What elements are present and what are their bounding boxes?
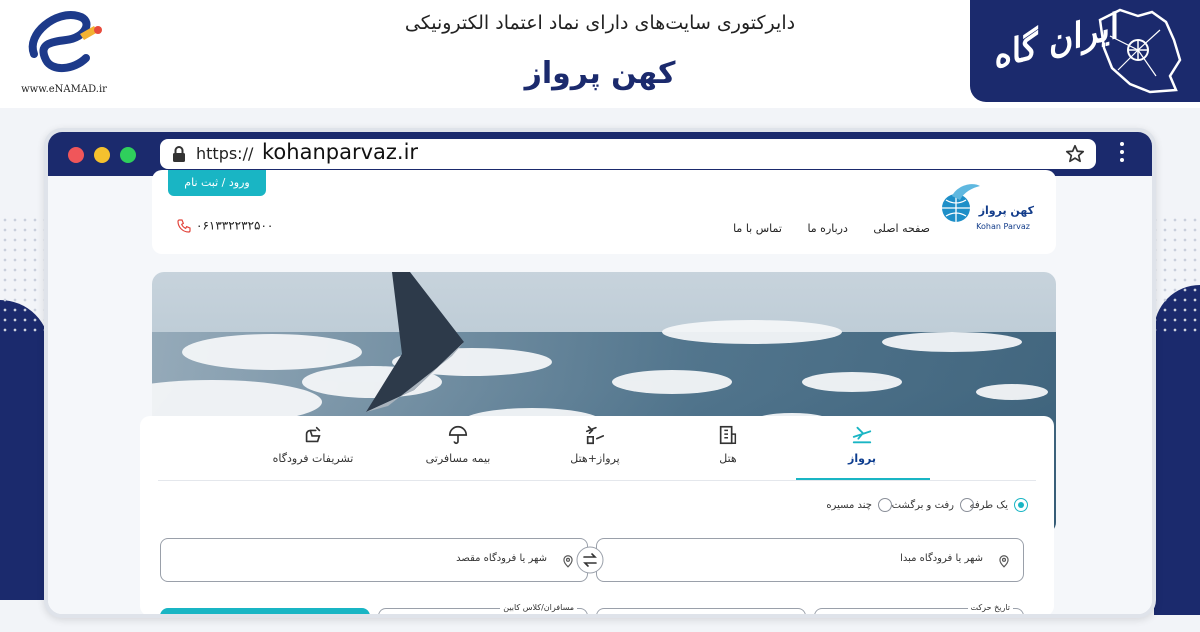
login-register-button[interactable]: ورود / ثبت نام <box>168 170 266 196</box>
umbrella-icon <box>448 426 468 445</box>
search-button[interactable] <box>160 608 370 614</box>
radio-dot <box>960 498 974 512</box>
minimize-window-button[interactable] <box>94 147 110 163</box>
browser-menu-icon[interactable] <box>1120 142 1126 166</box>
lock-icon <box>173 146 185 162</box>
phone-text: ۰۶۱۳۳۲۲۳۲۵۰۰ <box>196 218 274 233</box>
return-date-field[interactable] <box>596 608 806 614</box>
radio-dot <box>1014 498 1028 512</box>
address-bar[interactable]: https:// kohanparvaz.ir <box>160 139 1096 169</box>
tab-flight-hotel[interactable]: پرواز+هتل <box>550 424 640 465</box>
site-header: ورود / ثبت نام ۰۶۱۳۳۲۲۳۲۵۰۰ صفحه اصلی در… <box>152 170 1056 254</box>
page-title: کهن پرواز <box>524 56 676 91</box>
tab-hotel[interactable]: هتل <box>688 424 768 465</box>
decorative-dots-right <box>1150 215 1200 335</box>
radio-label: چند مسیره <box>826 500 872 511</box>
nav-item-about[interactable]: درباره ما <box>807 222 847 235</box>
directory-title: دایرکتوری سایت‌های دارای نماد اعتماد الک… <box>404 12 796 34</box>
flight-icon <box>852 426 872 444</box>
radio-dot <box>878 498 892 512</box>
decorative-shape-left <box>0 300 50 600</box>
tab-flight[interactable]: پرواز <box>822 424 902 465</box>
phone-number[interactable]: ۰۶۱۳۳۲۲۳۲۵۰۰ <box>176 218 273 234</box>
flight-hotel-icon <box>585 425 605 445</box>
divider <box>158 480 1036 481</box>
browser-window: https:// kohanparvaz.ir ورود / ثبت نام ۰… <box>44 128 1156 618</box>
radio-round-trip[interactable]: رفت و برگشت <box>892 498 974 512</box>
location-pin-icon <box>563 555 573 568</box>
tab-airport-services[interactable]: تشریفات فرودگاه <box>258 424 368 465</box>
passengers-label: مسافران/کلاس کابین <box>500 603 577 612</box>
tab-insurance-label: بیمه مسافرتی <box>425 452 491 465</box>
location-pin-icon <box>999 555 1009 568</box>
website-page: ورود / ثبت نام ۰۶۱۳۳۲۲۳۲۵۰۰ صفحه اصلی در… <box>48 170 1152 614</box>
destination-placeholder: شهر یا فرودگاه مقصد <box>456 553 547 564</box>
enamad-url[interactable]: www.eNAMAD.ir <box>6 84 122 95</box>
radio-label: رفت و برگشت <box>891 500 954 511</box>
nav-item-contact[interactable]: تماس با ما <box>733 222 782 235</box>
departure-date-label: تاریخ حرکت <box>967 603 1013 612</box>
radio-one-way[interactable]: یک طرفه <box>969 498 1028 512</box>
url-domain: kohanparvaz.ir <box>262 140 419 164</box>
nav-item-home[interactable]: صفحه اصلی <box>873 222 930 235</box>
logo-text-fa: کهن پرواز <box>978 204 1034 217</box>
destination-field[interactable]: شهر یا فرودگاه مقصد <box>160 538 588 582</box>
tab-flight-label: پرواز <box>848 452 876 465</box>
passengers-field[interactable]: مسافران/کلاس کابین <box>378 603 588 614</box>
hotel-icon <box>719 425 737 445</box>
search-panel: پرواز هتل پرواز+هتل بیمه مسافرتی تشریفات… <box>140 416 1054 614</box>
departure-date-field[interactable]: تاریخ حرکت <box>814 603 1024 614</box>
main-nav: صفحه اصلی درباره ما تماس با ما <box>711 222 930 235</box>
tab-hotel-label: هتل <box>719 452 737 465</box>
radio-label: یک طرفه <box>969 500 1008 511</box>
close-window-button[interactable] <box>68 147 84 163</box>
site-logo[interactable]: کهن پرواز Kohan Parvaz <box>938 178 1034 242</box>
maximize-window-button[interactable] <box>120 147 136 163</box>
irangah-badge[interactable]: ایران گاه <box>970 0 1200 102</box>
globe-logo-icon <box>942 184 980 222</box>
radio-multi-city[interactable]: چند مسیره <box>826 498 892 512</box>
url-protocol: https:// <box>196 144 254 163</box>
logo-text-en: Kohan Parvaz <box>976 222 1030 231</box>
tab-flight-hotel-label: پرواز+هتل <box>570 452 620 465</box>
origin-field[interactable]: شهر یا فرودگاه مبدا <box>596 538 1024 582</box>
enamad-e-icon <box>28 11 102 72</box>
enamad-logo[interactable]: www.eNAMAD.ir <box>6 4 116 100</box>
airport-service-icon <box>305 426 321 443</box>
swap-route-button[interactable] <box>576 546 604 574</box>
bookmark-star-icon[interactable] <box>1064 143 1086 165</box>
phone-icon <box>177 219 191 233</box>
directory-banner: www.eNAMAD.ir دایرکتوری سایت‌های دارای ن… <box>0 0 1200 108</box>
origin-placeholder: شهر یا فرودگاه مبدا <box>900 553 983 564</box>
tab-insurance[interactable]: بیمه مسافرتی <box>408 424 508 465</box>
tab-airport-services-label: تشریفات فرودگاه <box>272 452 354 465</box>
